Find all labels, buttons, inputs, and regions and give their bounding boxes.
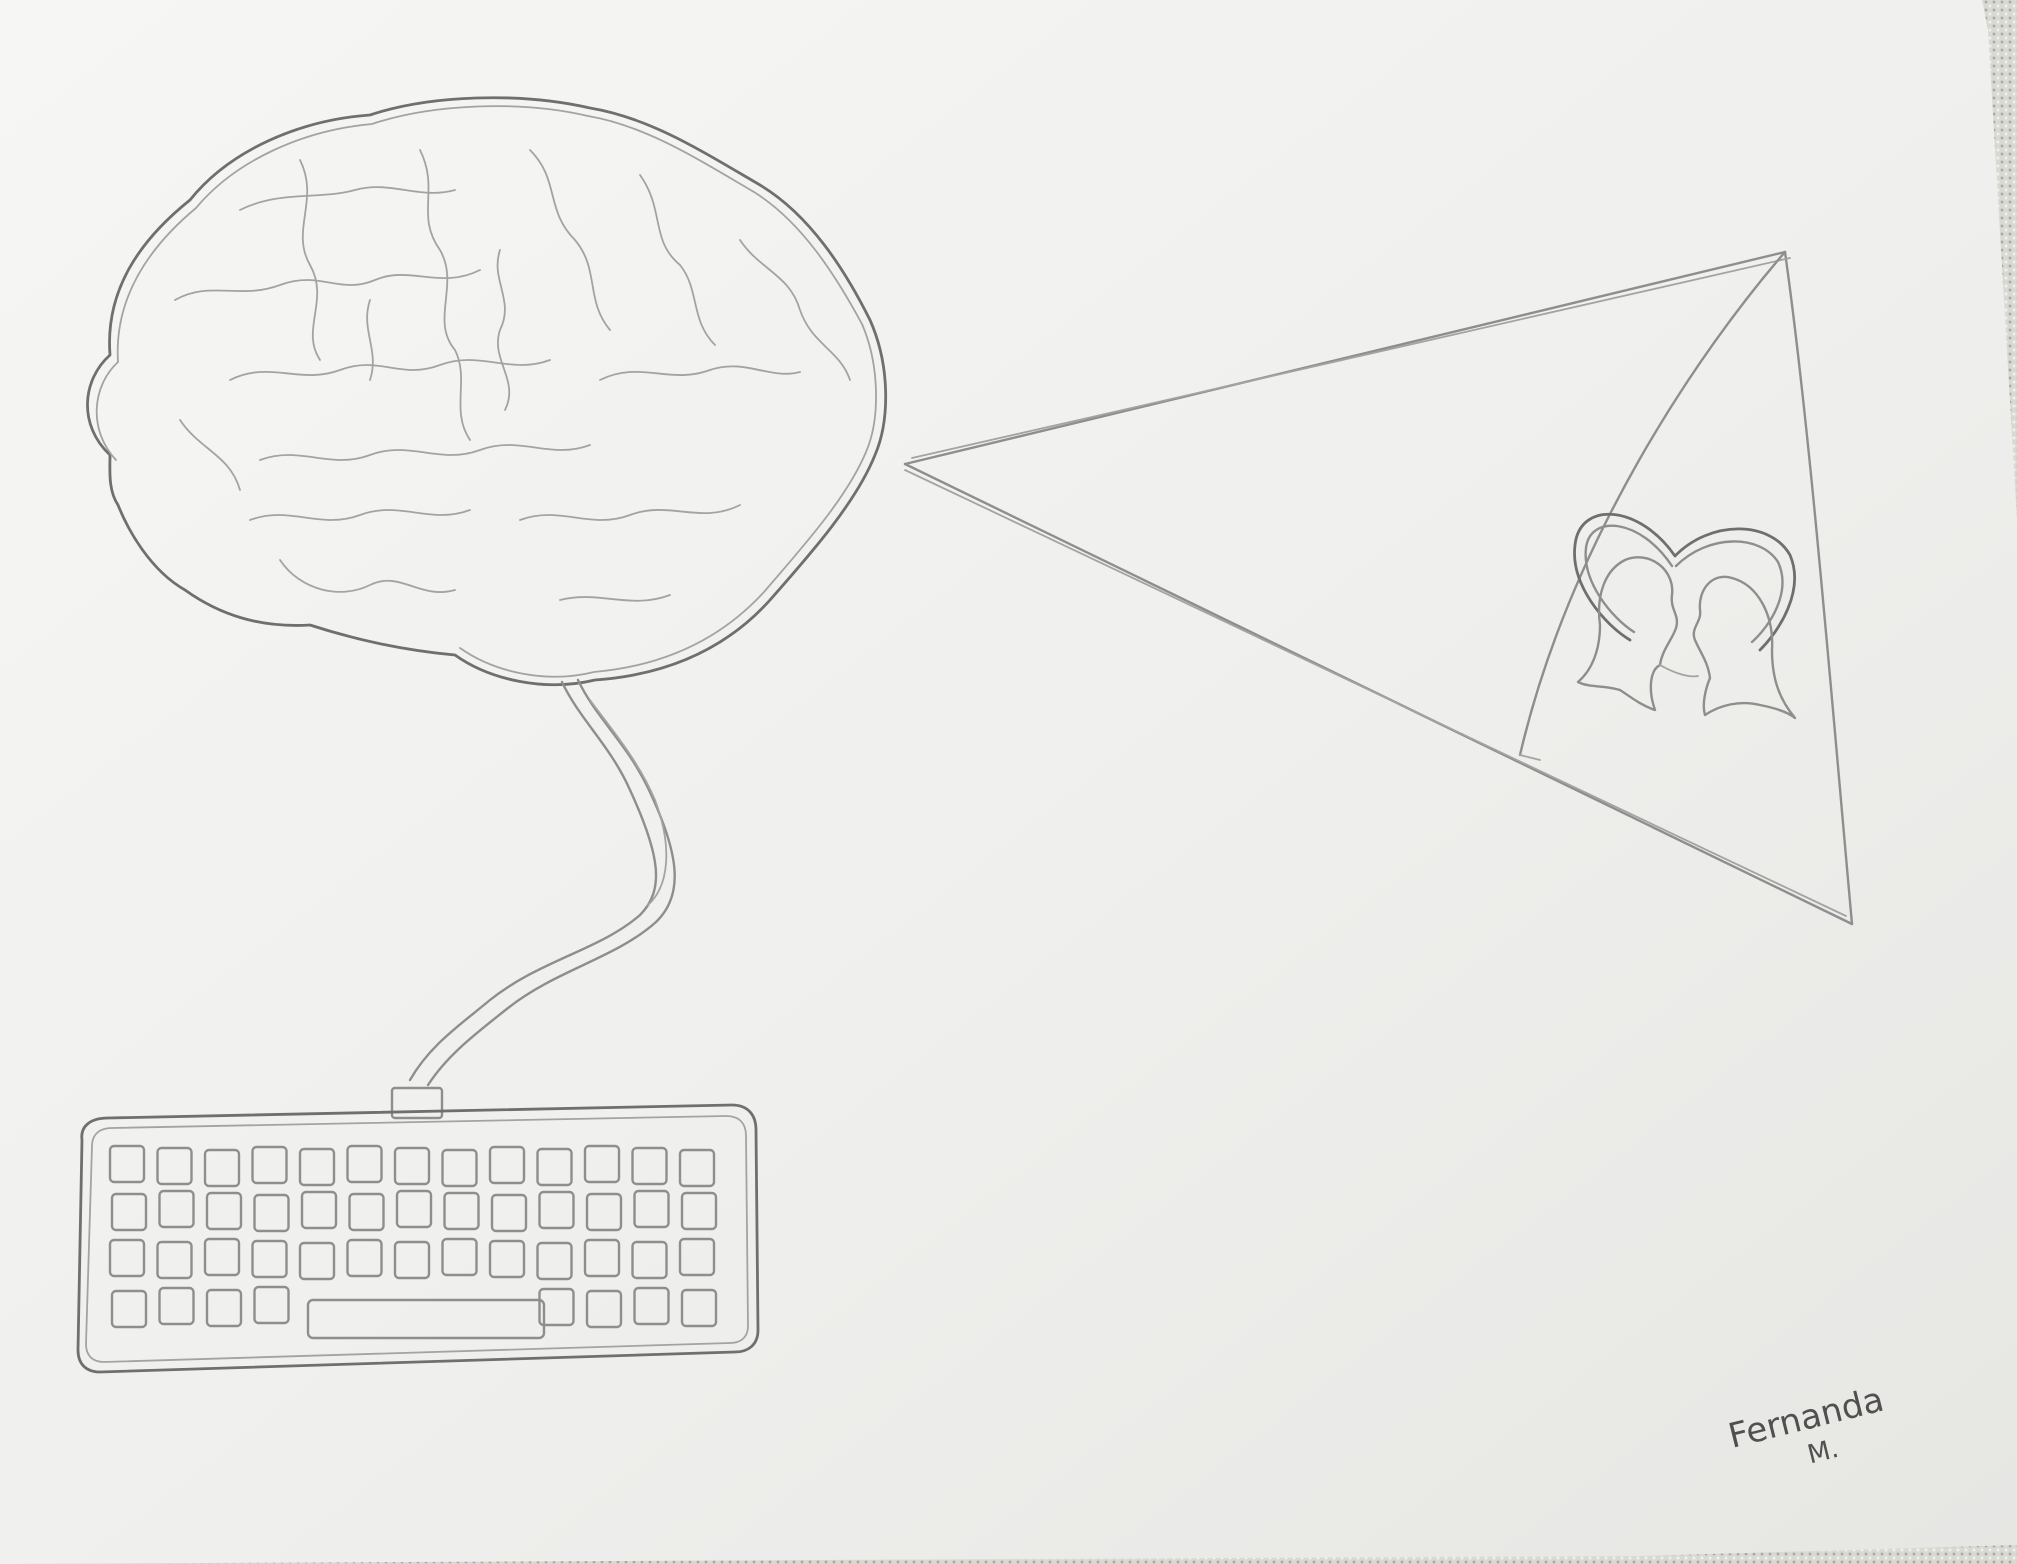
photo-of-pencil-drawing: Fernanda M. — [0, 0, 2017, 1564]
drawing-sheet: Fernanda M. — [0, 0, 2017, 1564]
